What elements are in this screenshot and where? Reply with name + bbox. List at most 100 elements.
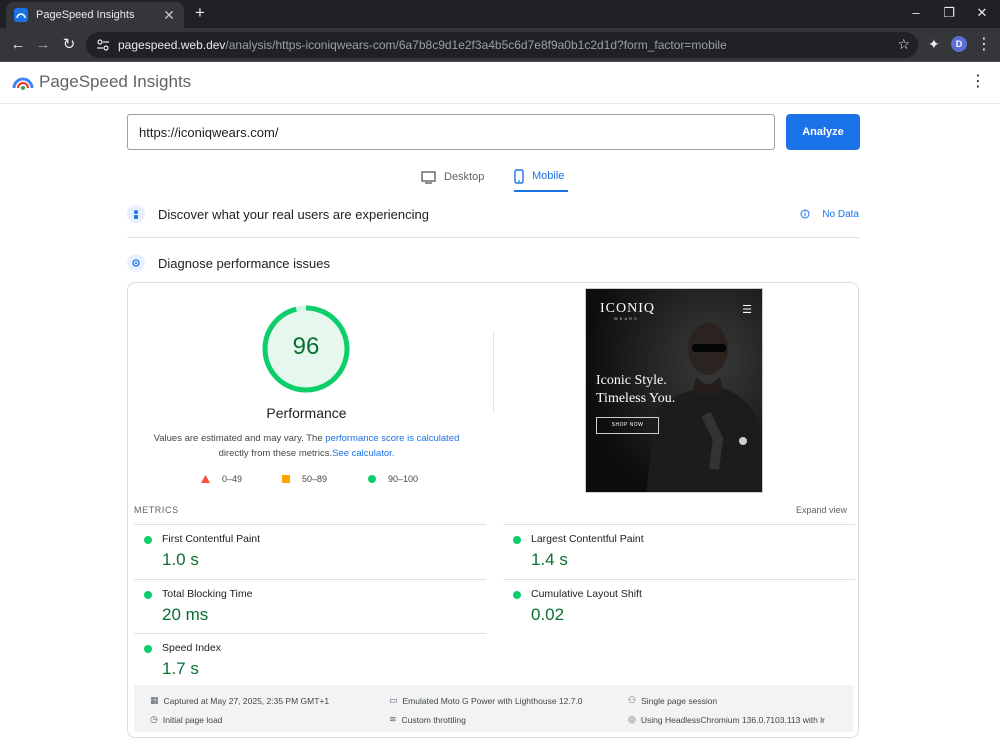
note-text-1: Values are estimated and may vary. The — [153, 433, 326, 444]
browser-menu-icon[interactable]: ⋮ — [976, 34, 992, 54]
site-info-icon[interactable] — [96, 38, 110, 52]
field-data-title: Discover what your real users are experi… — [158, 206, 429, 222]
run-info-load: ◷ Initial page load — [150, 714, 222, 725]
legend-pass: 90–100 — [368, 474, 418, 484]
field-data-section: Discover what your real users are experi… — [127, 205, 859, 223]
run-info-captured: ▦ Captured at May 27, 2025, 2:35 PM GMT+… — [150, 695, 329, 706]
note-text-2: directly from these metrics. — [218, 448, 333, 459]
lab-data-section: Diagnose performance issues — [127, 254, 859, 272]
close-window-button[interactable]: ✕ — [972, 3, 992, 23]
pagespeed-logo-icon — [12, 77, 34, 90]
pass-circle-icon — [144, 591, 152, 599]
browser-tab[interactable]: PageSpeed Insights ✕ — [6, 2, 184, 28]
forward-arrow-icon[interactable]: → — [33, 35, 53, 55]
metric-value: 1.0 s — [162, 550, 199, 569]
extensions-puzzle-icon[interactable]: ✦ — [928, 36, 940, 53]
chrome-icon: ◎ — [628, 714, 636, 724]
bookmark-star-icon[interactable]: ☆ — [897, 36, 910, 53]
device-icon: ▭ — [389, 695, 398, 705]
metric-divider — [134, 633, 486, 634]
brand-logo-text: ICONIQ — [600, 301, 655, 316]
users-icon — [127, 205, 145, 223]
metric-name: Speed Index — [162, 642, 221, 654]
maximize-button[interactable]: ❐ — [939, 3, 959, 23]
metric-name: Cumulative Layout Shift — [531, 588, 642, 600]
performance-report-card: 96 Performance Values are estimated and … — [127, 282, 859, 738]
tab-desktop-label: Desktop — [444, 171, 485, 183]
url-path: /analysis/https-iconiqwears-com/6a7b8c9d… — [225, 38, 727, 52]
values-note: Values are estimated and may vary. The p… — [128, 431, 485, 461]
metric-value: 0.02 — [531, 605, 565, 624]
legend-average-range: 50–89 — [302, 474, 328, 484]
legend-fail: 0–49 — [201, 474, 242, 484]
run-info-text: Captured at May 27, 2025, 2:35 PM GMT+1 — [163, 695, 330, 706]
metric-value: 1.7 s — [162, 659, 199, 678]
browser-tab-bar: PageSpeed Insights ✕ + – ❐ ✕ — [0, 0, 1000, 28]
circle-icon — [368, 475, 376, 483]
pagespeed-favicon-icon — [14, 8, 28, 22]
back-arrow-icon[interactable]: ← — [8, 35, 28, 55]
close-tab-icon[interactable]: ✕ — [162, 7, 176, 24]
metrics-header: METRICS — [134, 505, 179, 515]
expand-view-button[interactable]: Expand view — [796, 505, 847, 515]
run-info-device: ▭ Emulated Moto G Power with Lighthouse … — [389, 695, 583, 706]
reload-icon[interactable]: ↻ — [59, 35, 79, 55]
hamburger-menu-icon: ☰ — [742, 304, 752, 316]
profile-avatar[interactable]: D — [951, 36, 967, 52]
run-info-text: Using HeadlessChromium 136.0.7103.113 wi… — [640, 714, 825, 725]
metric-divider — [503, 524, 855, 525]
tab-mobile-label: Mobile — [532, 170, 565, 182]
score-calculated-link[interactable]: performance score is calculated — [325, 433, 459, 444]
no-data-label: No Data — [822, 208, 859, 220]
more-options-icon[interactable]: ⋮ — [970, 71, 986, 91]
no-data-indicator[interactable]: No Data — [800, 209, 859, 220]
performance-label: Performance — [266, 405, 347, 421]
triangle-icon — [201, 475, 210, 483]
metric-name: Largest Contentful Paint — [531, 533, 644, 545]
app-header: PageSpeed Insights ⋮ — [0, 62, 1000, 104]
run-info-text: Single page session — [641, 695, 718, 706]
tab-desktop[interactable]: Desktop — [421, 162, 484, 192]
run-info-text: Emulated Moto G Power with Lighthouse 12… — [402, 695, 583, 706]
section-divider — [127, 237, 859, 238]
metric-divider — [134, 524, 486, 525]
shop-now-button: SHOP NOW — [596, 417, 659, 434]
browser-toolbar: ← → ↻ pagespeed.web.dev/analysis/https-i… — [0, 28, 1000, 62]
pass-circle-icon — [144, 536, 152, 544]
address-bar[interactable]: pagespeed.web.dev/analysis/https-iconiqw… — [86, 32, 918, 58]
run-info-throttling: ≋ Custom throttling — [389, 714, 466, 725]
metric-divider — [134, 579, 486, 580]
metric-value: 1.4 s — [531, 550, 568, 569]
page-screenshot-thumbnail: ICONIQ WEARS ☰ Iconic Style. Timeless Yo… — [585, 288, 763, 493]
session-icon: ⚇ — [628, 695, 637, 705]
analyze-button[interactable]: Analyze — [786, 114, 860, 150]
pass-circle-icon — [513, 536, 521, 544]
timer-icon: ◷ — [150, 714, 158, 724]
info-icon — [800, 209, 810, 219]
legend-fail-range: 0–49 — [222, 474, 243, 484]
run-info-text: Custom throttling — [401, 714, 466, 725]
legend-pass-range: 90–100 — [388, 474, 419, 484]
pass-circle-icon — [513, 591, 521, 599]
wifi-icon: ≋ — [389, 714, 397, 724]
app-title: PageSpeed Insights — [39, 72, 192, 91]
calendar-icon: ▦ — [150, 695, 159, 705]
tab-mobile[interactable]: Mobile — [514, 162, 568, 192]
minimize-button[interactable]: – — [906, 3, 926, 23]
see-calculator-link[interactable]: See calculator. — [332, 448, 394, 459]
diagnose-icon — [127, 254, 145, 272]
performance-score: 96 — [292, 333, 320, 360]
new-tab-button[interactable]: + — [192, 4, 208, 22]
metric-name: First Contentful Paint — [162, 533, 261, 545]
url-input[interactable] — [127, 114, 775, 150]
metric-divider — [503, 579, 855, 580]
run-info-browser: ◎ Using HeadlessChromium 136.0.7103.113 … — [628, 714, 825, 725]
url-host: pagespeed.web.dev — [118, 38, 226, 52]
hero-headline-1: Iconic Style. — [596, 373, 667, 388]
legend-average: 50–89 — [282, 474, 327, 484]
brand-subtext: WEARS — [614, 316, 639, 321]
vertical-divider — [493, 331, 494, 413]
pass-circle-icon — [144, 645, 152, 653]
run-info-box: ▦ Captured at May 27, 2025, 2:35 PM GMT+… — [134, 685, 853, 732]
desktop-icon — [421, 170, 436, 184]
